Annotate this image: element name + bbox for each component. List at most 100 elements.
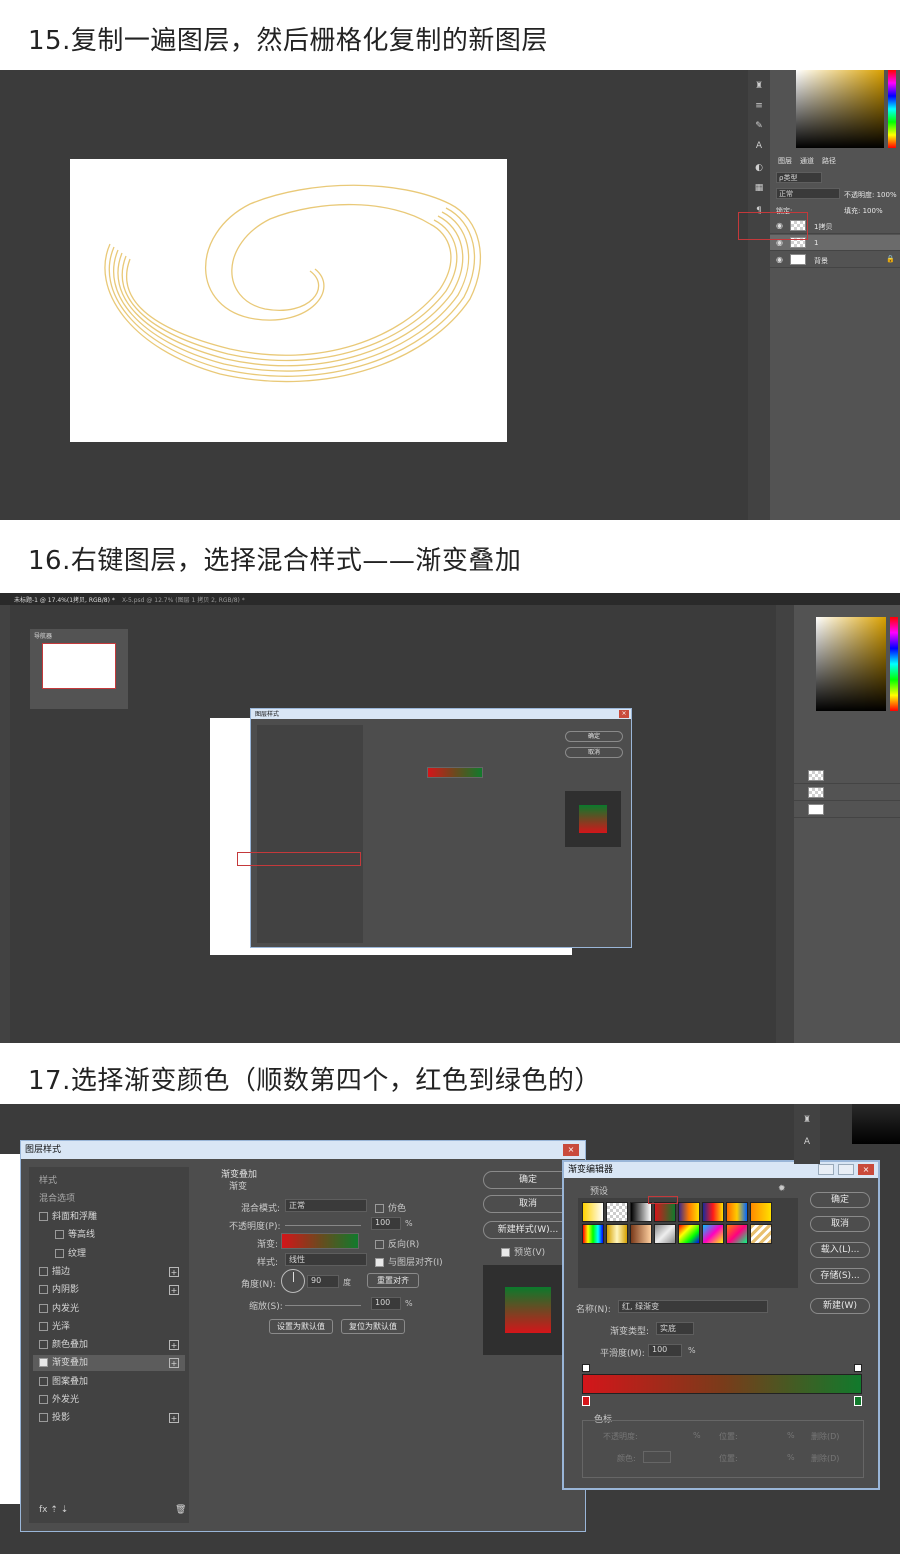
style-checkbox[interactable] bbox=[39, 1321, 48, 1331]
gradient-swatch[interactable] bbox=[427, 767, 483, 778]
close-icon[interactable]: × bbox=[858, 1164, 874, 1175]
smoothness-input[interactable]: 100 bbox=[648, 1344, 682, 1357]
dither-checkbox[interactable]: 仿色 bbox=[375, 1201, 406, 1214]
delete-color-stop-button[interactable]: 删除(D) bbox=[811, 1453, 839, 1464]
blend-mode-select[interactable]: 正常 bbox=[776, 188, 840, 199]
style-item[interactable]: 等高线 bbox=[33, 1227, 185, 1243]
character-icon[interactable]: A bbox=[752, 140, 766, 152]
style-checkbox[interactable] bbox=[39, 1303, 48, 1313]
add-effect-icon[interactable]: + bbox=[169, 1358, 179, 1369]
reset-default-button[interactable]: 复位为默认值 bbox=[341, 1319, 405, 1334]
history-icon[interactable]: ♜ bbox=[800, 1114, 814, 1126]
ok-button[interactable]: 确定 bbox=[565, 731, 623, 742]
opacity-slider[interactable] bbox=[285, 1225, 361, 1226]
style-checkbox[interactable] bbox=[39, 1340, 48, 1350]
add-effect-icon[interactable]: + bbox=[169, 1340, 179, 1351]
style-item[interactable]: 外发光 bbox=[33, 1392, 185, 1408]
layer-kind-filter[interactable]: ρ类型 bbox=[776, 172, 822, 183]
style-checkbox[interactable] bbox=[39, 1413, 48, 1423]
hue-slider[interactable] bbox=[888, 70, 896, 148]
tab-paths[interactable]: 路径 bbox=[822, 156, 836, 166]
doc-tab-active[interactable]: 未标题-1 @ 17.4%(1拷贝, RGB/8) * bbox=[14, 595, 115, 604]
document-canvas[interactable] bbox=[70, 159, 507, 442]
style-checkbox[interactable] bbox=[39, 1266, 48, 1276]
gradient-preset[interactable] bbox=[630, 1224, 652, 1244]
gradient-preset[interactable] bbox=[606, 1224, 628, 1244]
hue-slider[interactable] bbox=[890, 617, 898, 711]
style-item[interactable]: 颜色叠加 + bbox=[33, 1337, 185, 1353]
fill-readout[interactable]: 填充: 100% bbox=[844, 206, 883, 216]
style-item[interactable]: 描边 + bbox=[33, 1264, 185, 1280]
color-field[interactable] bbox=[816, 617, 886, 711]
name-input[interactable]: 红, 绿渐变 bbox=[618, 1300, 768, 1313]
layer-row-1-copy[interactable] bbox=[794, 768, 900, 784]
style-item[interactable]: 内发光 bbox=[33, 1301, 185, 1317]
add-effect-icon[interactable]: + bbox=[169, 1413, 179, 1424]
swatch-icon[interactable]: ▦ bbox=[752, 182, 766, 194]
new-style-button[interactable]: 新建样式(W)... bbox=[483, 1221, 573, 1239]
style-checkbox[interactable] bbox=[39, 1285, 48, 1295]
delete-opacity-stop-button[interactable]: 删除(D) bbox=[811, 1431, 839, 1442]
style-item[interactable]: 投影 + bbox=[33, 1410, 185, 1426]
style-item[interactable]: 斜面和浮雕 bbox=[33, 1209, 185, 1225]
adjust-icon[interactable]: ≡ bbox=[752, 100, 766, 112]
align-checkbox[interactable]: 与图层对齐(I) bbox=[375, 1255, 443, 1268]
color-stop-right[interactable] bbox=[854, 1396, 862, 1406]
gradient-preset[interactable] bbox=[630, 1202, 652, 1222]
gradient-swatch[interactable] bbox=[281, 1233, 359, 1249]
cancel-button[interactable]: 取消 bbox=[810, 1216, 870, 1232]
angle-dial[interactable] bbox=[281, 1269, 305, 1293]
gradient-preset[interactable] bbox=[702, 1224, 724, 1244]
layer-row-1[interactable] bbox=[794, 785, 900, 801]
tab-layers[interactable]: 图层 bbox=[778, 156, 792, 166]
style-checkbox[interactable] bbox=[55, 1230, 64, 1240]
save-button[interactable]: 存储(S)... bbox=[810, 1268, 870, 1284]
fx-footer-icons[interactable]: fx ⇡ ⇣ bbox=[39, 1505, 68, 1515]
maximize-icon[interactable] bbox=[818, 1164, 834, 1175]
style-checkbox[interactable] bbox=[55, 1248, 64, 1258]
set-default-button[interactable]: 设置为默认值 bbox=[269, 1319, 333, 1334]
scale-input[interactable]: 100 bbox=[371, 1297, 401, 1310]
color-field[interactable] bbox=[852, 1104, 900, 1144]
minimize-icon[interactable] bbox=[838, 1164, 854, 1175]
style-item[interactable]: 光泽 bbox=[33, 1319, 185, 1335]
style-item[interactable]: 内阴影 + bbox=[33, 1282, 185, 1298]
layer-row-background[interactable] bbox=[794, 802, 900, 818]
blend-options-item[interactable]: 混合选项 bbox=[39, 1191, 75, 1204]
gradient-preset[interactable] bbox=[750, 1224, 772, 1244]
style-checkbox[interactable] bbox=[39, 1376, 48, 1386]
gradient-bar[interactable] bbox=[582, 1374, 862, 1394]
type-select[interactable]: 实底 bbox=[656, 1322, 694, 1335]
style-item[interactable]: 图案叠加 bbox=[33, 1374, 185, 1390]
style-item[interactable]: 渐变叠加 + bbox=[33, 1355, 185, 1372]
ok-button[interactable]: 确定 bbox=[810, 1192, 870, 1208]
layer-row-background[interactable]: ◉ 背景 🔒 bbox=[770, 252, 900, 268]
style-checkbox[interactable] bbox=[39, 1395, 48, 1404]
tab-channels[interactable]: 通道 bbox=[800, 156, 814, 166]
opacity-readout[interactable]: 不透明度: 100% bbox=[844, 190, 897, 200]
reverse-checkbox[interactable]: 反向(R) bbox=[375, 1237, 419, 1250]
gradient-preset[interactable] bbox=[726, 1224, 748, 1244]
gradient-preset[interactable] bbox=[702, 1202, 724, 1222]
gradient-preset[interactable] bbox=[654, 1202, 676, 1222]
navigator-preview[interactable] bbox=[42, 643, 116, 689]
gradient-preset[interactable] bbox=[654, 1224, 676, 1244]
gradient-preset[interactable] bbox=[678, 1224, 700, 1244]
opacity-stop-left[interactable] bbox=[582, 1364, 590, 1372]
character-icon[interactable]: A bbox=[800, 1136, 814, 1148]
gradient-preset[interactable] bbox=[582, 1224, 604, 1244]
brush-icon[interactable]: ✎ bbox=[752, 120, 766, 132]
style-checkbox[interactable] bbox=[39, 1212, 48, 1221]
add-effect-icon[interactable]: + bbox=[169, 1266, 179, 1277]
presets-gear-icon[interactable]: ✹ bbox=[778, 1184, 786, 1194]
doc-tab[interactable]: X-5.psd @ 12.7% (图层 1 拷贝 2, RGB/8) * bbox=[122, 595, 245, 604]
color-icon[interactable]: ◐ bbox=[752, 162, 766, 174]
reset-align-button[interactable]: 重置对齐 bbox=[367, 1273, 419, 1288]
scale-slider[interactable] bbox=[285, 1305, 361, 1306]
style-checkbox[interactable] bbox=[39, 1358, 48, 1368]
add-effect-icon[interactable]: + bbox=[169, 1285, 179, 1296]
close-icon[interactable]: × bbox=[619, 710, 629, 718]
gradient-preset[interactable] bbox=[582, 1202, 604, 1222]
cancel-button[interactable]: 取消 bbox=[483, 1195, 573, 1213]
ok-button[interactable]: 确定 bbox=[483, 1171, 573, 1189]
